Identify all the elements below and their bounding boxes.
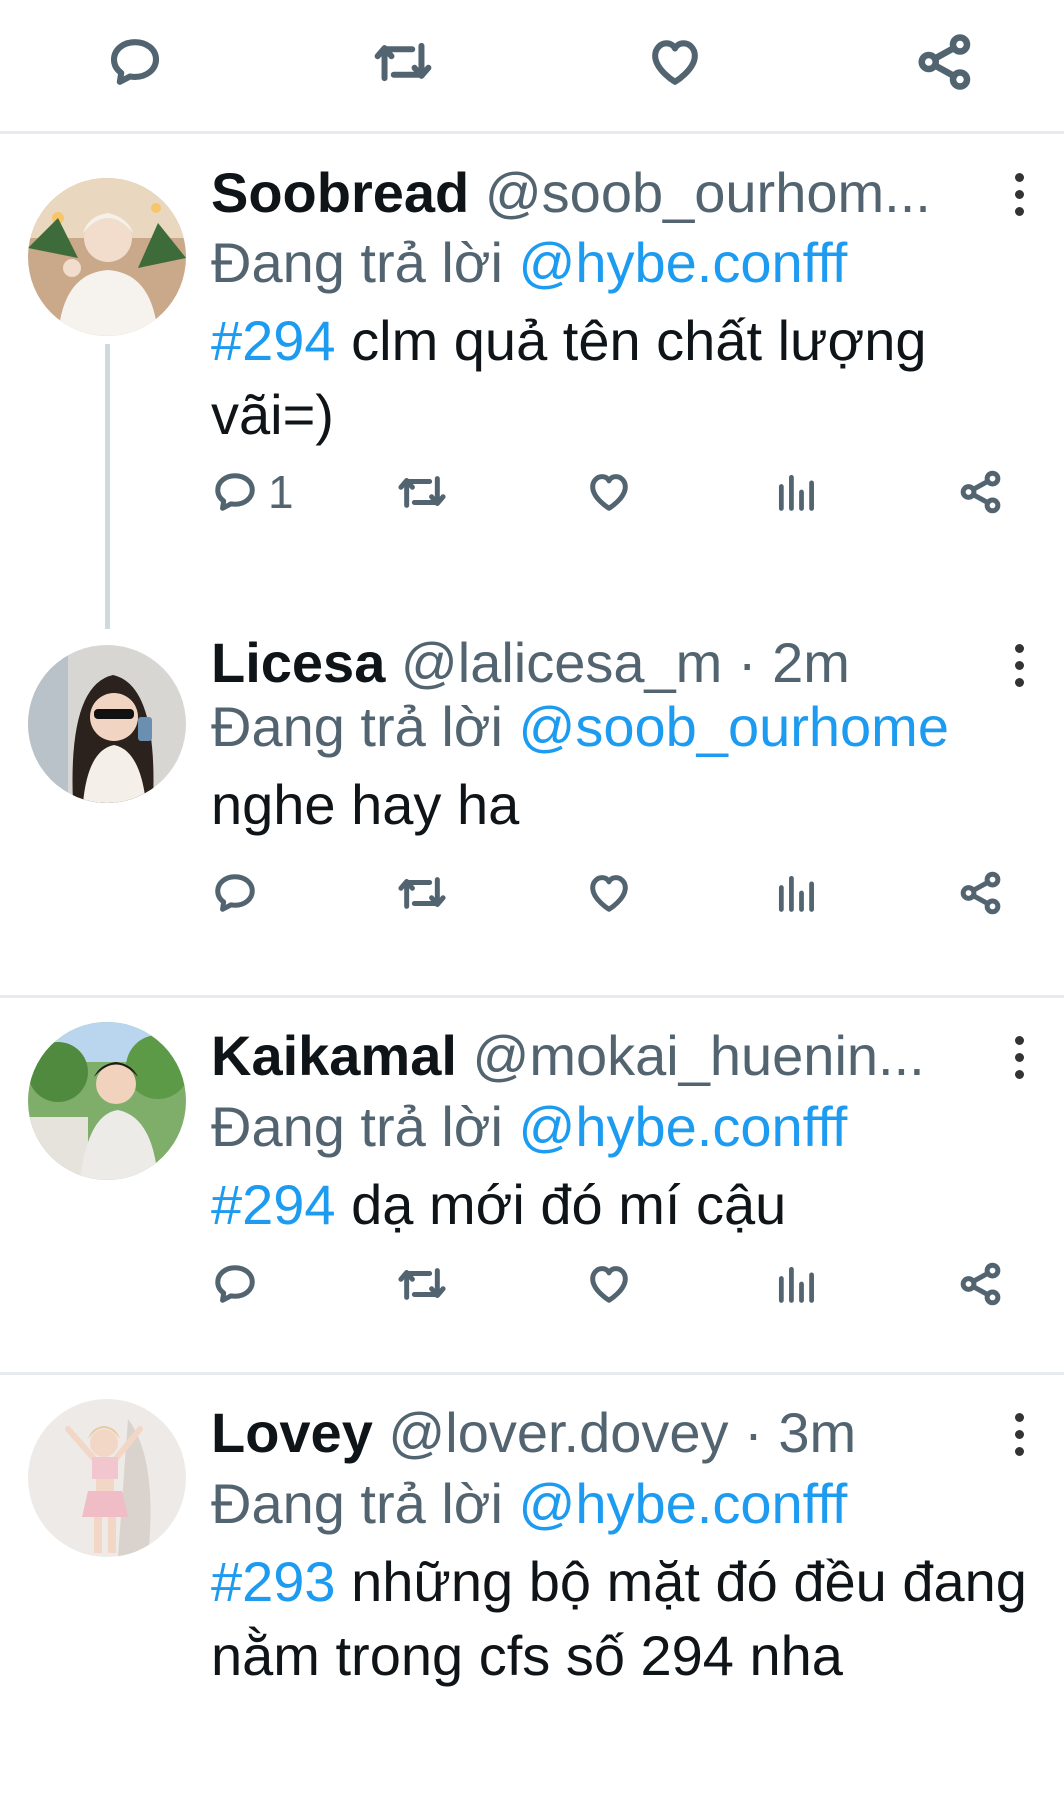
retweet-icon — [374, 42, 432, 82]
more-options-button[interactable] — [1004, 164, 1034, 224]
reply-icon — [215, 1265, 255, 1303]
mention-link[interactable]: @hybe.confff — [519, 231, 848, 294]
avatar[interactable] — [28, 178, 186, 336]
more-options-button[interactable] — [1004, 635, 1034, 695]
tweet-action-bar — [0, 863, 1064, 923]
replying-to-line: Đang trả lời @hybe.confff — [211, 231, 848, 294]
display-name[interactable]: Lovey — [211, 1401, 373, 1464]
like-button[interactable] — [645, 32, 705, 92]
tweet-text: #294 clm quả tên chất lượng vãi=) — [211, 309, 927, 446]
share-icon — [960, 871, 1001, 915]
views-button[interactable] — [774, 1254, 818, 1314]
more-icon — [1014, 172, 1024, 182]
tweet-text: #294 dạ mới đó mí cậu — [211, 1173, 787, 1236]
views-button[interactable] — [774, 462, 818, 522]
retweet-icon — [398, 877, 446, 909]
more-icon — [1014, 643, 1024, 653]
views-icon — [778, 1266, 814, 1303]
tweet-header: Lovey @lover.dovey · 3m — [211, 1400, 984, 1466]
user-handle[interactable]: @soob_ourhom... — [485, 161, 931, 224]
retweet-button[interactable] — [397, 863, 447, 923]
reply-icon — [110, 39, 160, 85]
views-icon — [778, 474, 814, 511]
tweet-item[interactable]: Lovey @lover.dovey · 3m Đang trả lời @hy… — [0, 1375, 1064, 1809]
more-icon — [1014, 1412, 1024, 1422]
more-icon — [1014, 1035, 1024, 1045]
tweet-header: Kaikamal @mokai_huenin... — [211, 1023, 984, 1089]
parent-tweet-action-bar — [0, 0, 1064, 134]
heart-icon — [590, 875, 628, 912]
hashtag-link[interactable]: #294 — [211, 309, 336, 372]
like-button[interactable] — [586, 462, 632, 522]
display-name[interactable]: Soobread — [211, 161, 469, 224]
mention-link[interactable]: @hybe.confff — [519, 1095, 848, 1158]
replying-to-line: Đang trả lời @hybe.confff — [211, 1095, 848, 1158]
reply-icon — [215, 874, 255, 912]
replying-to-line: Đang trả lời @hybe.confff — [211, 1472, 848, 1535]
tweet-item[interactable]: Soobread @soob_ourhom... Đang trả lời @h… — [0, 134, 1064, 631]
replying-to-line: Đang trả lời @soob_ourhome — [211, 695, 949, 758]
retweet-button[interactable] — [397, 1254, 447, 1314]
mention-link[interactable]: @hybe.confff — [519, 1472, 848, 1535]
display-name[interactable]: Licesa — [211, 631, 385, 694]
share-button[interactable] — [958, 863, 1004, 923]
hashtag-link[interactable]: #293 — [211, 1550, 336, 1613]
like-button[interactable] — [586, 863, 632, 923]
heart-icon — [590, 1266, 628, 1303]
tweet-text: #293 những bộ mặt đó đều đang nằm trong … — [211, 1550, 1027, 1687]
tweet-header: Licesa @lalicesa_m · 2m — [211, 630, 984, 696]
share-icon — [960, 1262, 1001, 1306]
retweet-icon — [398, 476, 446, 508]
user-handle[interactable]: @lover.dovey · 3m — [388, 1401, 856, 1464]
views-icon — [778, 875, 814, 912]
user-handle[interactable]: @lalicesa_m · 2m — [401, 631, 850, 694]
tweet-item[interactable]: Kaikamal @mokai_huenin... Đang trả lời @… — [0, 998, 1064, 1372]
heart-icon — [652, 40, 698, 85]
tweet-header: Soobread @soob_ourhom... — [211, 160, 984, 226]
heart-icon — [590, 474, 628, 511]
avatar[interactable] — [28, 1399, 186, 1557]
share-button[interactable] — [915, 32, 975, 92]
reply-button[interactable] — [212, 863, 268, 923]
views-button[interactable] — [774, 863, 818, 923]
share-button[interactable] — [958, 462, 1004, 522]
mention-link[interactable]: @soob_ourhome — [519, 695, 949, 758]
reply-button[interactable]: 1 — [212, 462, 294, 522]
share-icon — [960, 470, 1001, 514]
retweet-icon — [398, 1268, 446, 1300]
reply-button[interactable] — [105, 32, 165, 92]
like-button[interactable] — [586, 1254, 632, 1314]
tweet-action-bar: 1 — [0, 462, 1064, 522]
avatar[interactable] — [28, 1022, 186, 1180]
more-options-button[interactable] — [1004, 1404, 1034, 1464]
reply-icon — [215, 473, 255, 511]
display-name[interactable]: Kaikamal — [211, 1024, 457, 1087]
more-options-button[interactable] — [1004, 1027, 1034, 1087]
tweet-action-bar — [0, 1254, 1064, 1314]
retweet-button[interactable] — [373, 32, 433, 92]
tweet-item[interactable]: Licesa @lalicesa_m · 2m Đang trả lời @so… — [0, 631, 1064, 996]
hashtag-link[interactable]: #294 — [211, 1173, 336, 1236]
retweet-button[interactable] — [397, 462, 447, 522]
share-icon — [918, 34, 971, 90]
share-button[interactable] — [958, 1254, 1004, 1314]
user-handle[interactable]: @mokai_huenin... — [473, 1024, 925, 1087]
avatar[interactable] — [28, 645, 186, 803]
reply-count: 1 — [268, 466, 294, 518]
reply-button[interactable] — [212, 1254, 268, 1314]
